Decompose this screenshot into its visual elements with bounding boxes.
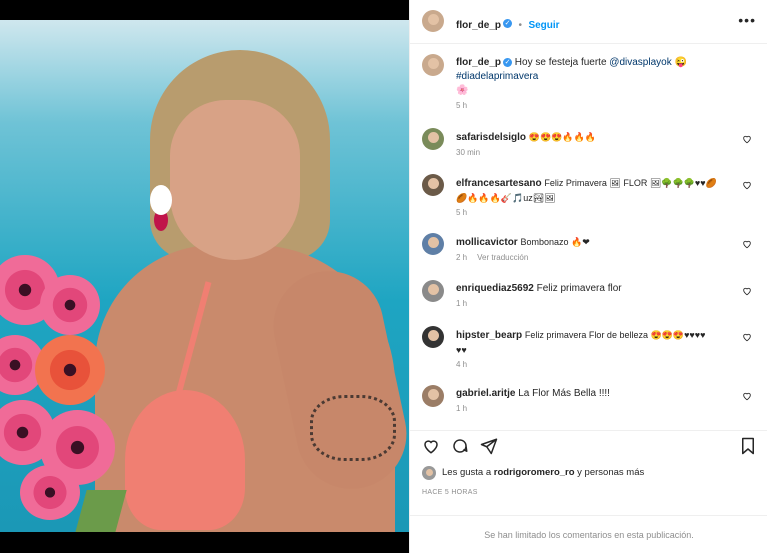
comment-text-cont: ♥♥ (456, 345, 467, 355)
comment-time[interactable]: 1 h (456, 299, 746, 308)
heart-icon[interactable] (742, 180, 752, 190)
photo-face (170, 100, 300, 260)
comment-username[interactable]: hipster_bearp (456, 330, 522, 341)
comment-time[interactable]: 2 h (456, 253, 467, 262)
caption: flor_de_p ✓ Hoy se festeja fuerte @divasp… (456, 56, 756, 110)
bookmark-icon[interactable] (740, 437, 756, 455)
comment-icon[interactable] (451, 437, 469, 455)
likes-suffix: y personas más (574, 467, 645, 478)
caption-flower: 🌸 (456, 85, 469, 96)
comment-text-cont: 🏉🔥🔥🔥🎸🎵uz🏞🖼 (456, 193, 556, 203)
comment-avatar[interactable] (422, 233, 444, 255)
verified-icon: ✓ (503, 19, 513, 29)
comment-text: Feliz primavera flor (536, 283, 622, 294)
verified-icon: ✓ (503, 57, 513, 67)
comment-text: 😍😍😍🔥🔥🔥 (528, 132, 597, 142)
comment-avatar[interactable] (422, 174, 444, 196)
post-header: flor_de_p ✓ • Seguir ••• (410, 0, 767, 44)
caption-mention[interactable]: @divasplayok (609, 57, 671, 68)
header-user: flor_de_p ✓ • Seguir (456, 15, 560, 33)
photo-pane (0, 0, 409, 553)
post-panel: flor_de_p ✓ • Seguir ••• flor_de_p ✓ Hoy s… (409, 0, 767, 553)
caption-hashtag[interactable]: #diadelaprimavera (456, 70, 756, 84)
comment-time[interactable]: 4 h (456, 360, 746, 369)
heart-icon[interactable] (742, 332, 752, 342)
heart-icon[interactable] (742, 286, 752, 296)
share-icon[interactable] (480, 437, 498, 455)
posted-ago[interactable]: HACE 5 HORAS (422, 489, 478, 496)
comment-text: La Flor Más Bella !!!! (518, 388, 610, 399)
comment-time[interactable]: 30 min (456, 148, 746, 157)
caption-username[interactable]: flor_de_p (456, 57, 501, 68)
comment-avatar[interactable] (422, 280, 444, 302)
header-username[interactable]: flor_de_p (456, 20, 501, 31)
like-icon[interactable] (422, 437, 440, 455)
avatar[interactable] (422, 10, 444, 32)
comment-text: Bombonazo 🔥❤ (520, 237, 590, 247)
photo-bikini (125, 390, 245, 530)
comment-username[interactable]: gabriel.aritje (456, 388, 515, 399)
heart-icon[interactable] (742, 239, 752, 249)
photo-flowers (0, 235, 140, 532)
action-bar (410, 430, 767, 459)
translate-link[interactable]: Ver traducción (477, 253, 528, 262)
photo-earring (150, 185, 172, 215)
comment-text: Feliz Primavera 🖼 FLOR 🖼🌳🌳🌳♥♥🏉 (544, 178, 717, 188)
comment-username[interactable]: mollicavictor (456, 237, 518, 248)
caption-avatar[interactable] (422, 54, 444, 76)
follow-button[interactable]: Seguir (528, 20, 559, 31)
comment-username[interactable]: safarisdelsiglo (456, 132, 526, 143)
caption-emoji: 😜 (674, 57, 687, 68)
comment-avatar[interactable] (422, 128, 444, 150)
likes-user[interactable]: rodrigoromero_ro (494, 467, 575, 478)
comment-time[interactable]: 5 h (456, 208, 746, 217)
heart-icon[interactable] (742, 391, 752, 401)
post-photo[interactable] (0, 20, 409, 532)
separator-dot: • (518, 20, 522, 31)
comment-username[interactable]: elfrancesartesano (456, 178, 542, 189)
comments-limited-notice: Se han limitado los comentarios en esta … (410, 515, 767, 554)
caption-time[interactable]: 5 h (456, 101, 756, 110)
heart-icon[interactable] (742, 134, 752, 144)
likes-prefix: Les gusta a (442, 467, 494, 478)
likes-avatar[interactable] (422, 466, 436, 480)
photo-tattoo (310, 395, 396, 461)
caption-text: Hoy se festeja fuerte (514, 57, 610, 68)
comment-avatar[interactable] (422, 326, 444, 348)
comment-text: Feliz primavera Flor de belleza 😍😍😍♥♥♥♥ (524, 330, 706, 340)
more-options-icon[interactable]: ••• (738, 12, 756, 28)
comment-avatar[interactable] (422, 385, 444, 407)
comment-username[interactable]: enriquediaz5692 (456, 283, 534, 294)
comment-time[interactable]: 1 h (456, 404, 746, 413)
